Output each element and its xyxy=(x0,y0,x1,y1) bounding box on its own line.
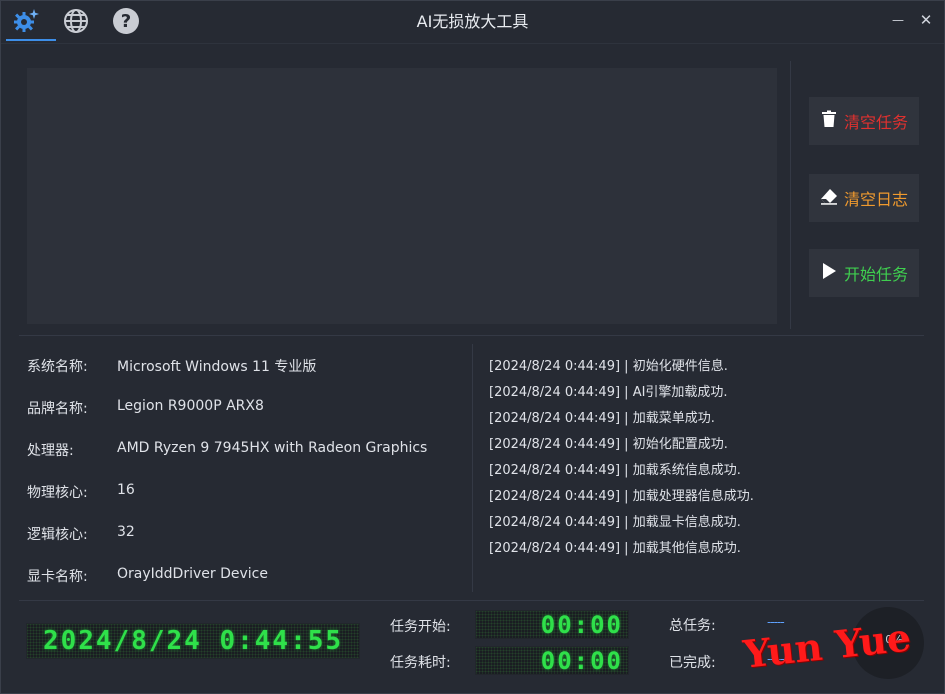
clear-log-button[interactable]: 清空日志 xyxy=(809,174,919,222)
info-label: 显卡名称: xyxy=(27,569,88,585)
completed-label: 已完成: xyxy=(669,655,716,671)
log-entry: [2024/8/24 0:44:49] | 加载其他信息成功. xyxy=(489,541,741,556)
info-value: Legion R9000P ARX8 xyxy=(117,398,264,414)
info-value: 16 xyxy=(117,482,135,498)
info-value: 32 xyxy=(117,524,135,540)
info-label: 逻辑核心: xyxy=(27,527,88,543)
section-divider-bottom xyxy=(19,600,924,601)
close-icon: ✕ xyxy=(919,11,933,29)
task-elapsed-display: 00:00 xyxy=(475,646,629,675)
title-divider xyxy=(1,43,944,44)
log-entry: [2024/8/24 0:44:49] | 加载处理器信息成功. xyxy=(489,489,754,504)
clear-log-label: 清空日志 xyxy=(843,190,908,209)
minimize-button[interactable]: — xyxy=(887,9,909,31)
info-label: 处理器: xyxy=(27,443,74,459)
section-divider-top xyxy=(19,335,924,336)
info-value: AMD Ryzen 9 7945HX with Radeon Graphics xyxy=(117,440,428,456)
clear-tasks-label: 清空任务 xyxy=(843,113,908,132)
task-elapsed-label: 任务耗时: xyxy=(390,655,451,671)
start-task-label: 开始任务 xyxy=(843,265,908,284)
log-entry: [2024/8/24 0:44:49] | 加载菜单成功. xyxy=(489,411,715,426)
eraser-icon xyxy=(820,187,838,209)
window-title: AI无损放大工具 xyxy=(416,12,529,31)
clear-tasks-button[interactable]: 清空任务 xyxy=(809,97,919,145)
minimize-icon: — xyxy=(892,13,904,27)
section-divider-vertical xyxy=(472,344,473,592)
info-value: Microsoft Windows 11 专业版 xyxy=(117,359,317,375)
info-value: OrayIddDriver Device xyxy=(117,566,268,582)
info-label: 系统名称: xyxy=(27,359,88,375)
info-label: 品牌名称: xyxy=(27,401,88,417)
log-entry: [2024/8/24 0:44:49] | AI引擎加载成功. xyxy=(489,385,728,400)
trash-icon xyxy=(820,110,838,132)
image-preview-area[interactable] xyxy=(27,68,777,324)
info-label: 物理核心: xyxy=(27,485,88,501)
task-start-label: 任务开始: xyxy=(390,619,451,635)
task-start-display: 00:00 xyxy=(475,610,629,639)
title-bar: ? AI无损放大工具 — ✕ xyxy=(1,1,944,43)
clock-display: 2024/8/24 0:44:55 xyxy=(26,623,360,659)
start-task-button[interactable]: 开始任务 xyxy=(809,249,919,297)
log-entry: [2024/8/24 0:44:49] | 加载显卡信息成功. xyxy=(489,515,741,530)
preview-frame xyxy=(19,61,791,329)
app-window: ? AI无损放大工具 — ✕ 清空任务 清空日志 开始任务 系统名称: Micr… xyxy=(0,0,945,694)
log-entry: [2024/8/24 0:44:49] | 加载系统信息成功. xyxy=(489,463,741,478)
play-icon xyxy=(820,262,838,284)
close-button[interactable]: ✕ xyxy=(915,9,937,31)
log-entry: [2024/8/24 0:44:49] | 初始化硬件信息. xyxy=(489,359,728,374)
total-tasks-label: 总任务: xyxy=(669,618,716,634)
log-entry: [2024/8/24 0:44:49] | 初始化配置成功. xyxy=(489,437,728,452)
